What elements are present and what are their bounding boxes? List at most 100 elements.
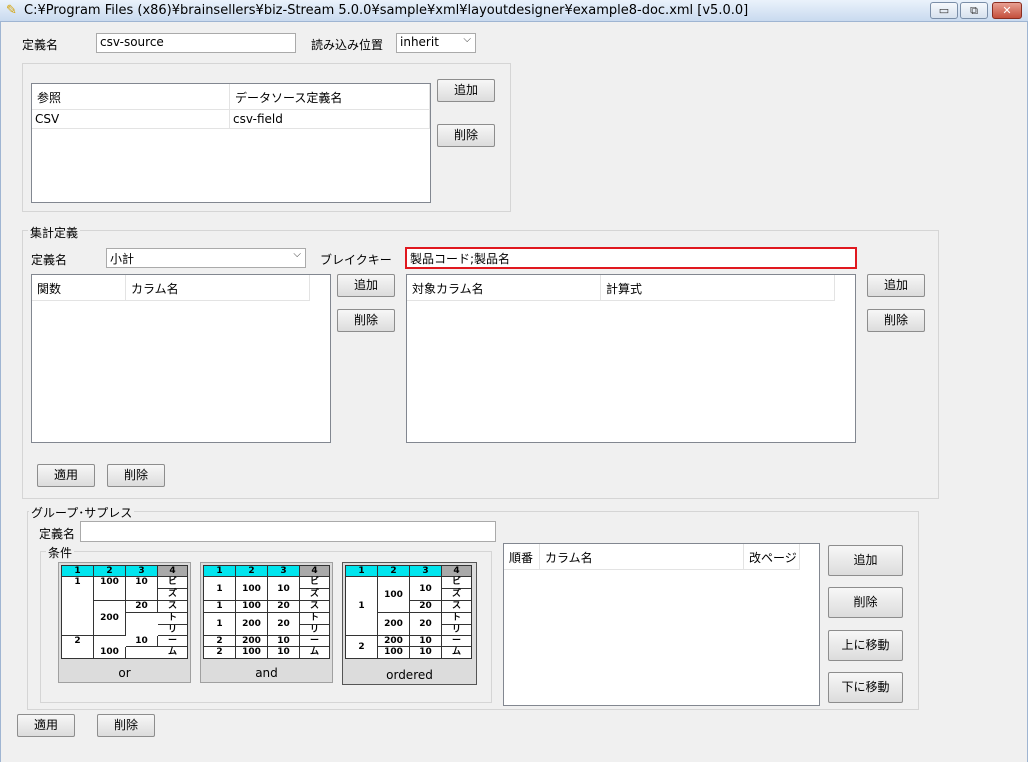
- group-suppress-name-label: 定義名: [39, 527, 76, 541]
- and-c: 2: [204, 636, 236, 647]
- and-c: ム: [309, 647, 319, 657]
- target-table[interactable]: 対象カラム名 計算式: [406, 274, 856, 443]
- func-header-column[interactable]: カラム名: [126, 275, 310, 301]
- ordered-c: 200: [378, 636, 410, 647]
- breakkey-label: ブレイクキー: [320, 253, 392, 267]
- and-c: 1: [204, 601, 236, 613]
- group-suppress-label: グループ･サプレス: [29, 504, 135, 521]
- app-icon: ✎: [6, 3, 17, 18]
- ordered-c: ム: [451, 647, 461, 657]
- ordered-c: 1: [346, 577, 378, 636]
- target-header-column[interactable]: 対象カラム名: [407, 275, 601, 301]
- condition-label: 条件: [46, 544, 75, 561]
- aggregate-group-label: 集計定義: [28, 224, 81, 241]
- close-button[interactable]: ✕: [992, 2, 1022, 19]
- and-c: 20: [268, 613, 300, 636]
- or-c: リ: [158, 625, 187, 636]
- gs-header-column[interactable]: カラム名: [540, 544, 744, 570]
- condition-option-or[interactable]: 1 2 3 4 1 100 10 ビ ズ 20 ス 200 ト リ 2 10 ー…: [58, 562, 191, 683]
- ordered-c: 200: [378, 613, 410, 636]
- group-suppress-table[interactable]: 順番 カラム名 改ページ: [503, 543, 820, 706]
- and-h3: 3: [268, 566, 300, 577]
- ordered-h1: 1: [346, 566, 378, 577]
- load-position-select[interactable]: inherit ⌵: [396, 33, 476, 53]
- reference-add-button[interactable]: 追加: [437, 79, 495, 102]
- and-c: 20: [268, 601, 300, 613]
- window-title: C:¥Program Files (x86)¥brainsellers¥biz-…: [24, 3, 749, 18]
- gs-move-down-button[interactable]: 下に移動: [828, 672, 903, 703]
- or-c: 1: [62, 577, 94, 636]
- ordered-c: ズ: [442, 589, 471, 601]
- or-diagram: 1 2 3 4 1 100 10 ビ ズ 20 ス 200 ト リ 2 10 ー…: [61, 565, 188, 659]
- reference-delete-button[interactable]: 削除: [437, 124, 495, 147]
- target-add-button[interactable]: 追加: [867, 274, 925, 297]
- condition-option-ordered[interactable]: 1 2 3 4 1 100 10 ビ ズ 20 ス 200 20 ト リ 2 2…: [342, 562, 477, 685]
- and-c: 100: [236, 601, 268, 613]
- aggregate-name-label: 定義名: [31, 253, 68, 267]
- ordered-c: 20: [410, 613, 442, 636]
- footer-delete-button[interactable]: 削除: [97, 714, 155, 737]
- target-header-formula[interactable]: 計算式: [601, 275, 835, 301]
- or-c: 2: [62, 636, 94, 658]
- gs-add-button[interactable]: 追加: [828, 545, 903, 576]
- or-c: 10: [126, 577, 158, 601]
- function-table[interactable]: 関数 カラム名: [31, 274, 331, 443]
- or-h2: 2: [94, 566, 126, 577]
- condition-option-ordered-label: ordered: [386, 668, 433, 682]
- aggregate-name-select[interactable]: 小計 ⌵: [106, 248, 306, 268]
- or-c: 20: [126, 601, 158, 613]
- or-c: 10: [126, 636, 158, 647]
- and-c: ー: [300, 636, 329, 647]
- load-position-value: inherit: [400, 35, 439, 49]
- condition-option-and[interactable]: 1 2 3 4 1 100 10 ビ ズ 1 100 20 ス 1 200 20…: [200, 562, 333, 683]
- and-c: 10: [268, 577, 300, 601]
- and-c: 100: [236, 647, 268, 658]
- ordered-c: リ: [442, 625, 471, 636]
- and-c: ビ: [300, 577, 329, 589]
- restore-button[interactable]: ⧉: [960, 2, 988, 19]
- gs-header-pagebreak[interactable]: 改ページ: [744, 544, 800, 570]
- aggregate-apply-button[interactable]: 適用: [37, 464, 95, 487]
- or-c: ト: [158, 613, 187, 625]
- ordered-c: ー: [442, 636, 471, 647]
- aggregate-delete-button[interactable]: 削除: [107, 464, 165, 487]
- and-c: 1: [204, 613, 236, 636]
- and-h4: 4: [300, 566, 329, 577]
- minimize-button[interactable]: ▭: [930, 2, 958, 19]
- function-delete-button[interactable]: 削除: [337, 309, 395, 332]
- ordered-c: 100: [378, 577, 410, 613]
- gs-move-up-button[interactable]: 上に移動: [828, 630, 903, 661]
- chevron-down-icon: ⌵: [463, 34, 471, 45]
- load-position-label: 読み込み位置: [311, 38, 384, 52]
- ref-header-datasource[interactable]: データソース定義名: [230, 84, 430, 110]
- gs-header-order[interactable]: 順番: [504, 544, 540, 570]
- definition-name-input[interactable]: csv-source: [96, 33, 296, 53]
- or-h4: 4: [158, 566, 187, 577]
- and-c: ズ: [300, 589, 329, 601]
- and-h1: 1: [204, 566, 236, 577]
- ordered-diagram: 1 2 3 4 1 100 10 ビ ズ 20 ス 200 20 ト リ 2 2…: [345, 565, 472, 659]
- and-diagram: 1 2 3 4 1 100 10 ビ ズ 1 100 20 ス 1 200 20…: [203, 565, 330, 659]
- breakkey-input[interactable]: 製品コード;製品名: [405, 247, 857, 269]
- reference-table[interactable]: 参照 データソース定義名 CSV csv-field: [31, 83, 431, 203]
- and-c: 10: [268, 647, 300, 658]
- and-c: 200: [236, 636, 268, 647]
- condition-option-or-label: or: [118, 666, 131, 680]
- ref-cell-datasource[interactable]: csv-field: [230, 110, 430, 129]
- or-c: ス: [158, 601, 187, 613]
- ref-cell-reference[interactable]: CSV: [32, 110, 230, 129]
- ordered-c: ビ: [442, 577, 471, 589]
- and-c: 10: [268, 636, 300, 647]
- and-c: 1: [204, 577, 236, 601]
- gs-delete-button[interactable]: 削除: [828, 587, 903, 618]
- or-c: ー: [158, 636, 187, 647]
- ref-header-reference[interactable]: 参照: [32, 84, 230, 110]
- or-h1: 1: [62, 566, 94, 577]
- function-add-button[interactable]: 追加: [337, 274, 395, 297]
- and-c: 100: [236, 577, 268, 601]
- group-suppress-name-input[interactable]: [80, 521, 496, 542]
- func-header-function[interactable]: 関数: [32, 275, 126, 301]
- ordered-c: 100: [378, 647, 410, 658]
- footer-apply-button[interactable]: 適用: [17, 714, 75, 737]
- target-delete-button[interactable]: 削除: [867, 309, 925, 332]
